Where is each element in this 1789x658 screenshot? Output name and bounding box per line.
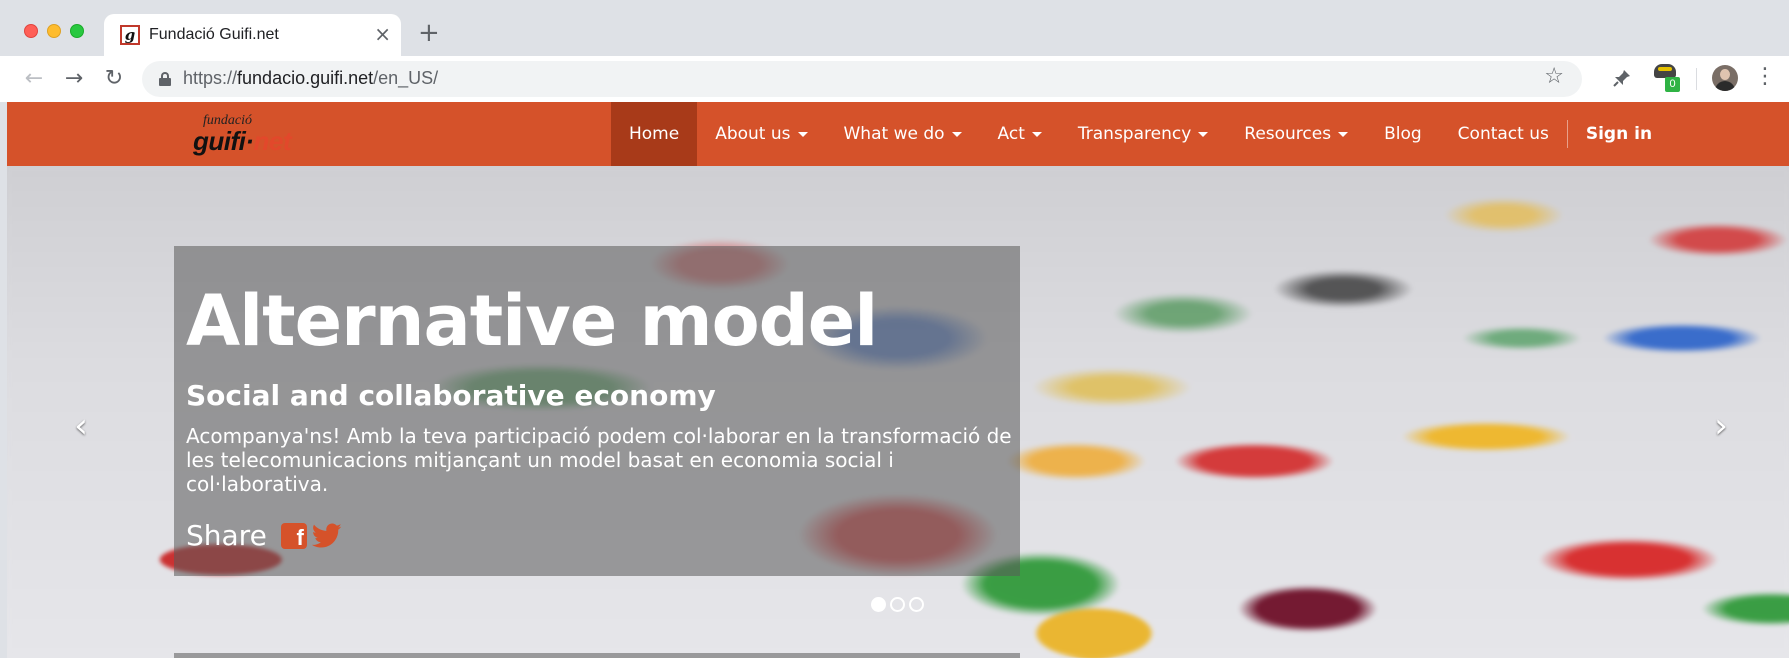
- tab-title: Fundació Guifi.net: [149, 26, 279, 43]
- window-minimize-button[interactable]: [47, 24, 61, 38]
- browser-tabstrip: g Fundació Guifi.net × +: [0, 0, 1789, 56]
- carousel-indicator-2[interactable]: [890, 597, 905, 612]
- url-scheme: https://: [183, 68, 238, 88]
- tab-close-icon[interactable]: ×: [374, 22, 391, 46]
- next-caption-edge: [174, 653, 1020, 658]
- hero-carousel: Alternative model Social and collaborati…: [7, 166, 1789, 658]
- nav-about-us[interactable]: About us: [697, 102, 825, 166]
- nav-about-us-label: About us: [715, 124, 791, 144]
- hero-body: Acompanya'ns! Amb la teva participació p…: [186, 424, 1012, 496]
- carousel-indicator-3[interactable]: [909, 597, 924, 612]
- nav-what-we-do[interactable]: What we do: [826, 102, 980, 166]
- browser-tab[interactable]: g Fundació Guifi.net ×: [104, 14, 401, 56]
- web-page: fundació guifi·net Home About us What we…: [7, 102, 1789, 658]
- star-icon[interactable]: ☆: [1544, 64, 1564, 89]
- back-button[interactable]: ←: [20, 65, 48, 93]
- window-close-button[interactable]: [24, 24, 38, 38]
- hero-title: Alternative model: [186, 280, 878, 362]
- main-nav: Home About us What we do Act Transparenc…: [611, 102, 1670, 166]
- logo-text-main: guifi·net: [193, 126, 292, 157]
- carousel-caption: Alternative model Social and collaborati…: [174, 246, 1020, 576]
- carousel-next-chevron-icon[interactable]: ›: [1701, 406, 1741, 446]
- nav-blog-label: Blog: [1384, 124, 1422, 144]
- nav-sign-in[interactable]: Sign in: [1568, 102, 1670, 166]
- toolbar-separator: [1696, 68, 1697, 90]
- share-bar: Share f: [186, 519, 342, 552]
- extension-badge-count: 0: [1665, 77, 1680, 92]
- carousel-prev-chevron-icon[interactable]: ‹: [61, 406, 101, 446]
- caret-down-icon: [797, 131, 808, 137]
- site-navbar: fundació guifi·net Home About us What we…: [7, 102, 1789, 166]
- profile-avatar[interactable]: [1712, 65, 1738, 91]
- address-bar[interactable]: https://fundacio.guifi.net/en_US/ ☆: [142, 61, 1582, 97]
- logo-text-guifi: guifi·: [193, 126, 254, 156]
- pin-extension-icon[interactable]: [1612, 68, 1632, 88]
- reload-button[interactable]: ↻: [100, 65, 128, 93]
- favicon-icon: g: [120, 25, 140, 45]
- facebook-icon[interactable]: f: [280, 522, 307, 549]
- window-maximize-button[interactable]: [70, 24, 84, 38]
- nav-resources[interactable]: Resources: [1226, 102, 1366, 166]
- twitter-icon[interactable]: [311, 523, 342, 549]
- forward-button[interactable]: →: [60, 65, 88, 93]
- nav-transparency[interactable]: Transparency: [1060, 102, 1226, 166]
- nav-act[interactable]: Act: [980, 102, 1060, 166]
- nav-home-label: Home: [629, 124, 680, 144]
- nav-blog[interactable]: Blog: [1366, 102, 1440, 166]
- caret-down-icon: [951, 131, 962, 137]
- extension-icon[interactable]: 0: [1652, 62, 1682, 92]
- caret-down-icon: [1198, 131, 1209, 137]
- nav-act-label: Act: [997, 124, 1025, 144]
- url-path: /en_US/: [373, 68, 439, 88]
- nav-sign-in-label: Sign in: [1585, 124, 1653, 144]
- nav-contact-us[interactable]: Contact us: [1440, 102, 1567, 166]
- url-host: fundacio.guifi.net: [237, 68, 374, 88]
- carousel-indicator-1[interactable]: [871, 597, 886, 612]
- lock-icon[interactable]: [159, 72, 171, 86]
- caret-down-icon: [1031, 131, 1042, 137]
- new-tab-button[interactable]: +: [418, 18, 440, 48]
- nav-contact-us-label: Contact us: [1457, 124, 1549, 144]
- caret-down-icon: [1338, 131, 1349, 137]
- hero-subtitle: Social and collaborative economy: [186, 379, 716, 412]
- share-label: Share: [186, 519, 267, 552]
- menu-icon[interactable]: ⋮: [1754, 64, 1776, 90]
- carousel-indicators: [871, 597, 924, 612]
- nav-transparency-label: Transparency: [1077, 124, 1192, 144]
- nav-what-we-do-label: What we do: [843, 124, 945, 144]
- logo-text-net: net: [253, 126, 292, 156]
- nav-resources-label: Resources: [1244, 124, 1332, 144]
- site-logo[interactable]: fundació guifi·net: [193, 110, 303, 158]
- nav-home[interactable]: Home: [611, 102, 698, 166]
- browser-toolbar: ← → ↻ https://fundacio.guifi.net/en_US/ …: [0, 56, 1789, 102]
- url-text[interactable]: https://fundacio.guifi.net/en_US/: [183, 68, 438, 89]
